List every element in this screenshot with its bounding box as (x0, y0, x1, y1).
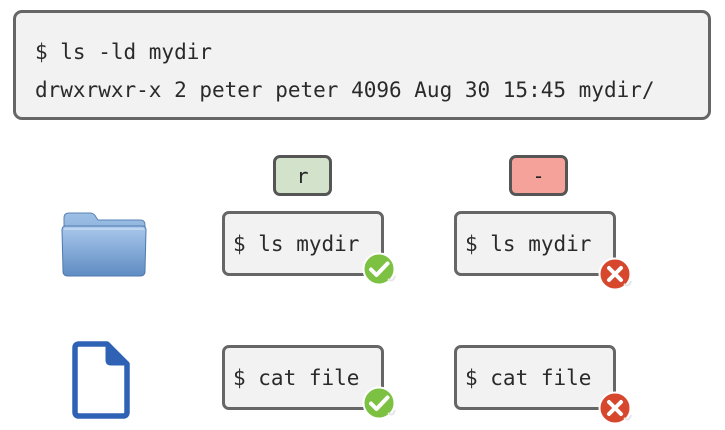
error-cross-icon (598, 391, 632, 425)
ls-with-read-command: $ ls mydir (222, 211, 384, 276)
ls-without-read-command: $ ls mydir (454, 211, 616, 276)
read-permission-badge: r (273, 155, 332, 196)
checkmark-icon (362, 252, 396, 286)
terminal-output: drwxrwxr-x 2 peter peter 4096 Aug 30 15:… (35, 78, 655, 102)
cat-without-read-command: $ cat file (454, 345, 616, 410)
terminal-command: $ ls -ld mydir (35, 40, 213, 64)
checkmark-icon (362, 386, 396, 420)
no-permission-badge: - (509, 155, 568, 196)
error-cross-icon (598, 257, 632, 291)
terminal-panel: $ ls -ld mydir drwxrwxr-x 2 peter peter … (13, 10, 711, 120)
cat-with-read-command: $ cat file (222, 345, 384, 410)
file-icon (72, 341, 130, 419)
folder-icon (61, 212, 147, 277)
